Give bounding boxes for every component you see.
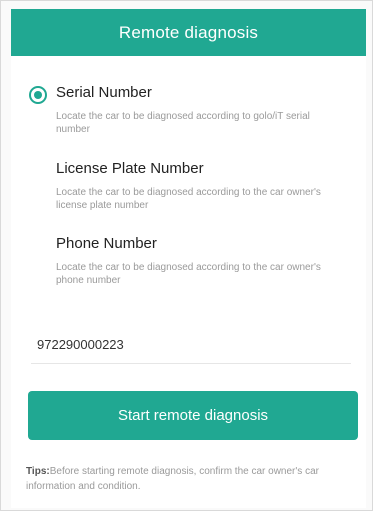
tips-text: Tips:Before starting remote diagnosis, c… <box>26 464 356 494</box>
tips-prefix: Tips: <box>26 466 50 477</box>
page-title: Remote diagnosis <box>118 22 259 42</box>
option-title: Phone Number <box>56 235 157 252</box>
option-title: License Plate Number <box>56 160 204 177</box>
option-description: Locate the car to be diagnosed according… <box>56 111 310 135</box>
header-bar: Remote diagnosis <box>11 9 366 56</box>
option-license-plate[interactable]: License Plate Number Locate the car to b… <box>11 160 366 230</box>
option-phone-number[interactable]: Phone Number Locate the car to be diagno… <box>11 235 366 305</box>
radio-dot-icon <box>34 91 42 99</box>
diagnosis-panel: Serial Number Locate the car to be diagn… <box>11 56 366 508</box>
serial-input-wrapper <box>31 326 351 364</box>
radio-license-plate[interactable] <box>29 162 47 180</box>
app-frame: Remote diagnosis Serial Number Locate th… <box>0 0 373 511</box>
start-remote-diagnosis-button[interactable]: Start remote diagnosis <box>28 391 358 440</box>
option-description: Locate the car to be diagnosed according… <box>56 187 321 211</box>
option-title: Serial Number <box>56 84 152 101</box>
serial-number-input[interactable] <box>31 326 351 363</box>
option-description: Locate the car to be diagnosed according… <box>56 262 321 286</box>
radio-serial-number[interactable] <box>29 86 47 104</box>
option-serial-number[interactable]: Serial Number Locate the car to be diagn… <box>11 84 366 154</box>
radio-phone-number[interactable] <box>29 237 47 255</box>
tips-body: Before starting remote diagnosis, confir… <box>26 466 319 492</box>
